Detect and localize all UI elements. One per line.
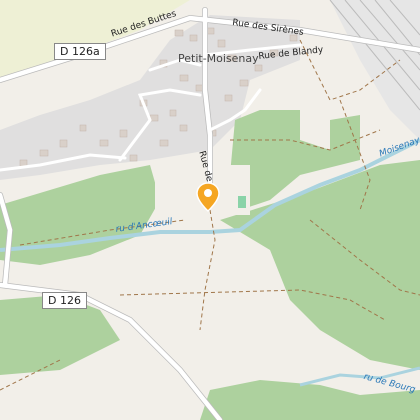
- place-label: Petit-Moisenay: [178, 52, 259, 65]
- map-pin-icon: [196, 182, 220, 212]
- clearing-area: [182, 232, 216, 260]
- map-pin-icon[interactable]: [196, 182, 220, 212]
- pitch-area: [238, 196, 246, 208]
- road-shield-d126: D 126: [42, 292, 87, 309]
- road-shield-d126a: D 126a: [54, 43, 106, 60]
- map-view[interactable]: Petit-Moisenay Moisenay Rue des Buttes R…: [0, 0, 420, 420]
